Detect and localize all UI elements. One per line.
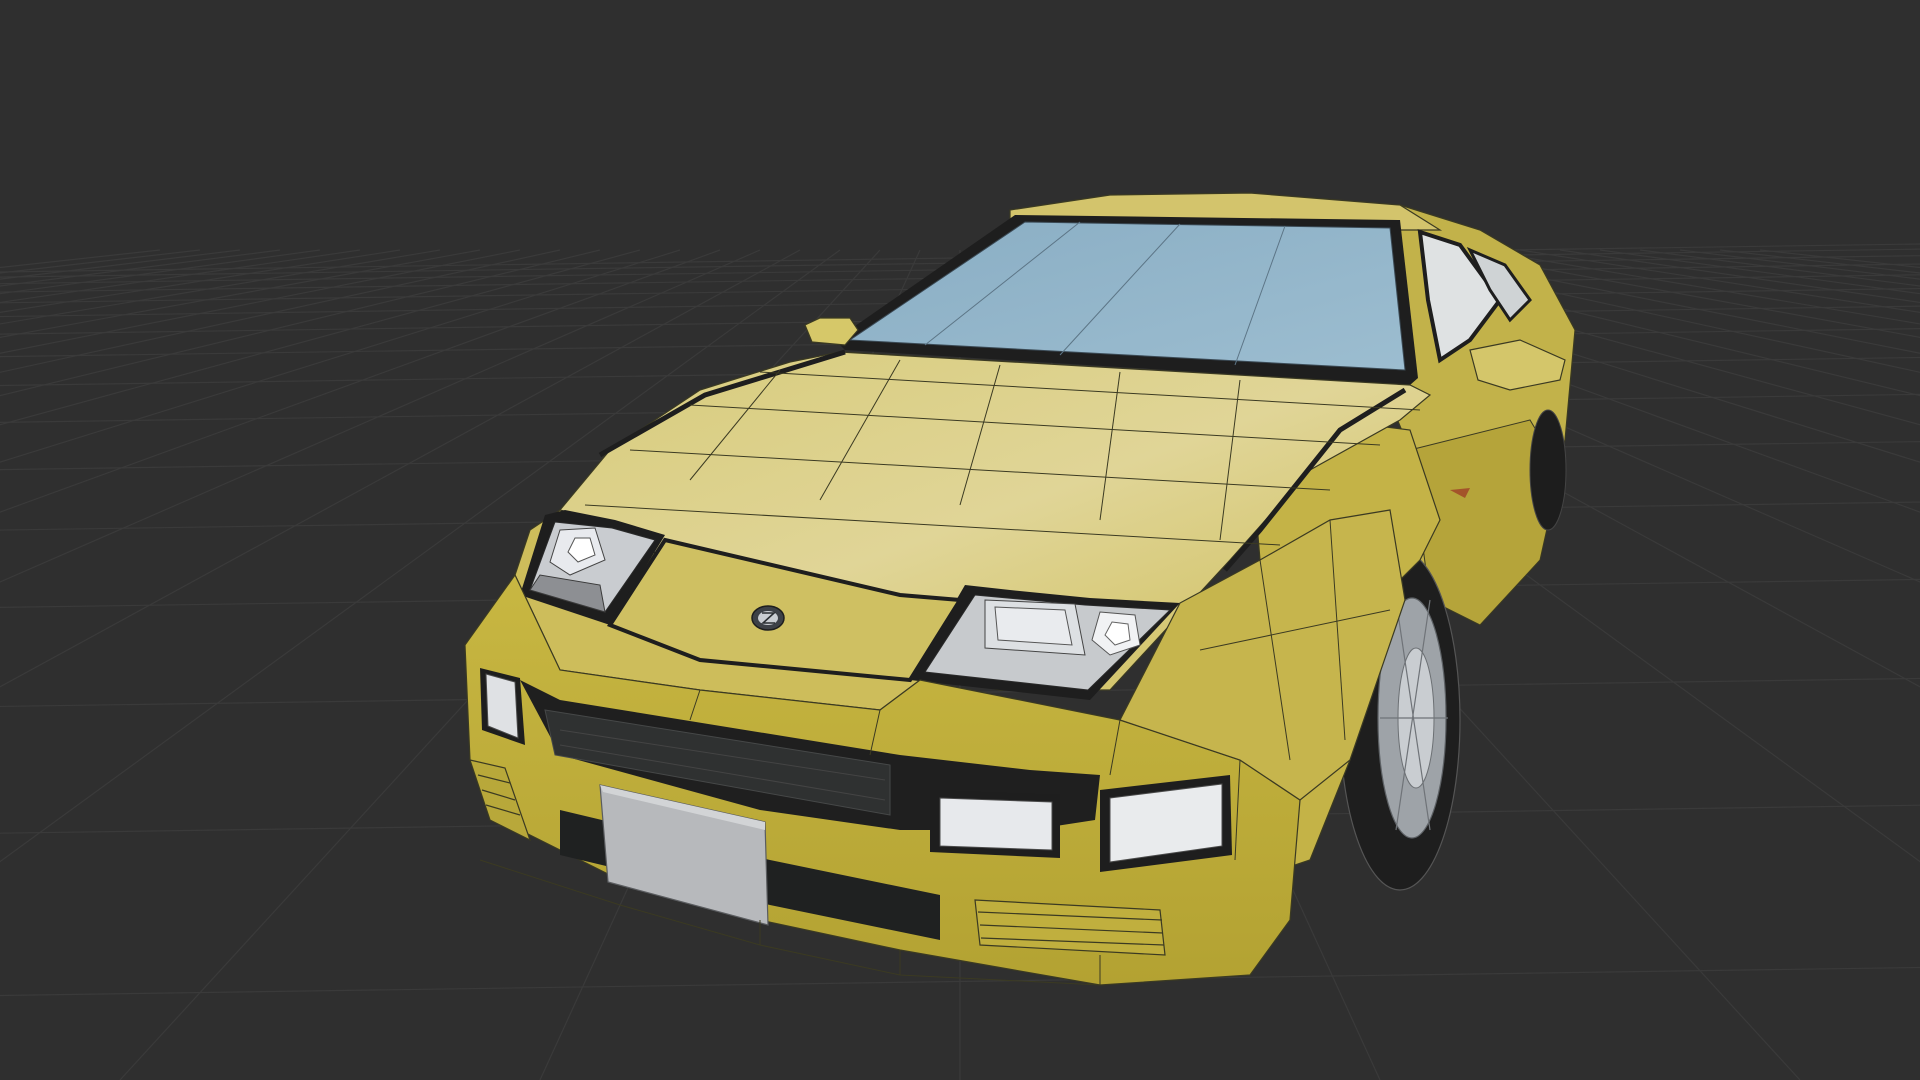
grid-line <box>1639 249 1920 287</box>
viewport-scene[interactable] <box>0 0 1920 1080</box>
grid-line <box>0 249 521 354</box>
grid-line <box>0 249 401 314</box>
grid-line <box>0 249 361 304</box>
grid-line <box>0 249 441 325</box>
car-model[interactable] <box>464 192 1576 986</box>
rear-wheel <box>1529 409 1567 531</box>
grid-line <box>1679 249 1920 280</box>
grid-line <box>1519 249 1920 314</box>
grid-line <box>1559 249 1920 304</box>
grid-line <box>0 249 481 338</box>
3d-viewport[interactable] <box>0 0 1920 1080</box>
grid-line <box>1599 249 1920 295</box>
grid-line <box>0 249 321 295</box>
grid-line <box>0 249 201 274</box>
grid-line <box>0 249 161 269</box>
z-badge-icon <box>751 605 785 631</box>
grid-line <box>1759 249 1920 269</box>
grid-line <box>1719 249 1920 274</box>
vent-right <box>974 899 1166 956</box>
grid-line <box>0 249 241 280</box>
grid-line <box>0 249 281 287</box>
